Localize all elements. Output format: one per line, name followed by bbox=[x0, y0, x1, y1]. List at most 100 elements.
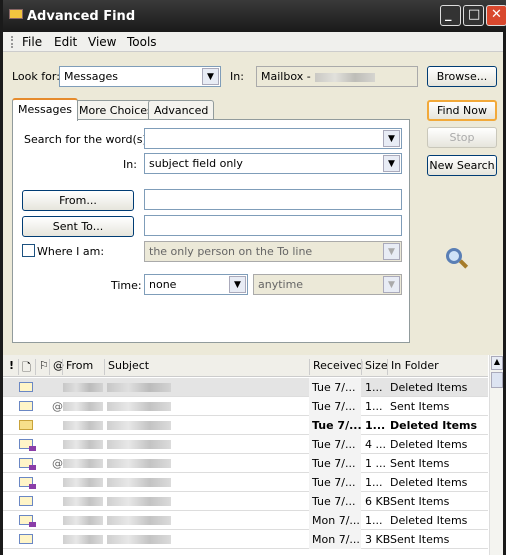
vertical-scrollbar[interactable]: ▲ bbox=[489, 355, 503, 555]
time-label: Time: bbox=[111, 279, 142, 292]
close-button[interactable]: ✕ bbox=[486, 5, 506, 26]
table-row[interactable]: Tue 7/... 4 ... Deleted Items bbox=[3, 435, 488, 454]
find-now-button[interactable]: Find Now bbox=[427, 100, 497, 121]
icon-column-header[interactable]: 🗋 bbox=[18, 359, 34, 375]
sent-to-input[interactable] bbox=[144, 215, 402, 236]
where-i-am-label: Where I am: bbox=[37, 245, 105, 258]
size-column-header[interactable]: Size bbox=[361, 359, 388, 375]
scroll-up-button[interactable]: ▲ bbox=[491, 356, 503, 370]
in-value: Mailbox - bbox=[261, 70, 311, 83]
tab-more-choices[interactable]: More Choices bbox=[73, 100, 159, 120]
advanced-find-window: Advanced Find _ □ ✕ File Edit View Tools… bbox=[0, 0, 506, 555]
attachment-column-header[interactable]: @ bbox=[49, 359, 64, 375]
in-field: Mailbox - bbox=[256, 66, 418, 87]
minimize-button[interactable]: _ bbox=[440, 5, 461, 26]
time-range-value: anytime bbox=[258, 278, 304, 291]
scroll-thumb[interactable] bbox=[491, 372, 503, 388]
table-row[interactable]: Tue 7/... 1... Deleted Items bbox=[3, 378, 488, 397]
table-row[interactable]: @ Tue 7/... 1... Sent Items bbox=[3, 397, 488, 416]
received-cell: Tue 7/... bbox=[312, 381, 356, 394]
look-for-label: Look for: bbox=[12, 70, 60, 83]
where-i-am-select[interactable]: the only person on the To line ▼ bbox=[144, 241, 402, 262]
where-i-am-checkbox[interactable] bbox=[22, 244, 35, 257]
look-for-value: Messages bbox=[64, 70, 118, 83]
received-cell: Tue 7/... bbox=[312, 419, 362, 432]
menu-file[interactable]: File bbox=[22, 35, 42, 49]
subject-redacted bbox=[107, 402, 171, 411]
from-button[interactable]: From... bbox=[22, 190, 134, 211]
stop-button[interactable]: Stop bbox=[427, 127, 497, 148]
subject-redacted bbox=[107, 440, 171, 449]
folder-cell: Sent Items bbox=[390, 533, 450, 546]
table-row[interactable]: @ Tue 7/... 1 ... Sent Items bbox=[3, 454, 488, 473]
browse-button[interactable]: Browse... bbox=[427, 66, 497, 87]
toolbar-grip[interactable] bbox=[11, 36, 13, 48]
subject-redacted bbox=[107, 535, 171, 544]
received-cell: Mon 7/... bbox=[312, 533, 360, 546]
flag-column-header[interactable]: ⚐ bbox=[35, 359, 49, 375]
time-value: none bbox=[149, 278, 177, 291]
list-header: ! 🗋 ⚐ @ From Subject Received Size In Fo… bbox=[3, 355, 488, 377]
reply-arrow-icon bbox=[29, 465, 36, 470]
from-redacted bbox=[63, 459, 103, 468]
chevron-down-icon[interactable]: ▼ bbox=[383, 276, 400, 293]
chevron-down-icon[interactable]: ▼ bbox=[383, 243, 400, 260]
table-row[interactable]: Tue 7/... 1... Deleted Items bbox=[3, 473, 488, 492]
from-column-header[interactable]: From bbox=[62, 359, 93, 375]
tab-advanced[interactable]: Advanced bbox=[148, 100, 215, 120]
new-search-button[interactable]: New Search bbox=[427, 155, 497, 176]
results-list: ! 🗋 ⚐ @ From Subject Received Size In Fo… bbox=[3, 355, 503, 555]
title-bar: Advanced Find _ □ ✕ bbox=[3, 0, 506, 32]
table-row[interactable]: Mon 7/... 3 KB Sent Items bbox=[3, 530, 488, 549]
menu-bar: File Edit View Tools bbox=[3, 32, 503, 52]
search-in-select[interactable]: subject field only ▼ bbox=[144, 153, 402, 174]
chevron-down-icon[interactable]: ▼ bbox=[383, 130, 400, 147]
from-redacted bbox=[63, 440, 103, 449]
size-cell: 4 ... bbox=[365, 438, 386, 451]
magnifier-handle-icon bbox=[458, 259, 469, 269]
size-cell: 1... bbox=[365, 419, 386, 432]
table-row[interactable]: Tue 7/... 6 KB Sent Items bbox=[3, 492, 488, 511]
tab-messages[interactable]: Messages bbox=[12, 98, 78, 121]
chevron-down-icon[interactable]: ▼ bbox=[383, 155, 400, 172]
search-words-input[interactable]: ▼ bbox=[144, 128, 402, 149]
sent-to-button[interactable]: Sent To... bbox=[22, 216, 134, 237]
time-select[interactable]: none ▼ bbox=[144, 274, 248, 295]
received-cell: Tue 7/... bbox=[312, 400, 356, 413]
subject-column-header[interactable]: Subject bbox=[104, 359, 149, 375]
table-row[interactable]: Tue 7/... 1... Deleted Items bbox=[3, 416, 488, 435]
folder-cell: Sent Items bbox=[390, 495, 450, 508]
size-cell: 3 KB bbox=[365, 533, 391, 546]
importance-column-header[interactable]: ! bbox=[6, 359, 14, 375]
received-cell: Tue 7/... bbox=[312, 438, 356, 451]
chevron-down-icon[interactable]: ▼ bbox=[229, 276, 246, 293]
table-row[interactable]: Mon 7/... 1... Deleted Items bbox=[3, 511, 488, 530]
envelope-icon bbox=[19, 382, 33, 392]
from-redacted bbox=[63, 535, 103, 544]
look-for-select[interactable]: Messages ▼ bbox=[59, 66, 221, 87]
redacted-text bbox=[315, 73, 375, 82]
menu-tools[interactable]: Tools bbox=[127, 35, 157, 49]
received-column-header[interactable]: Received bbox=[309, 359, 363, 375]
in-label: In: bbox=[230, 70, 244, 83]
app-icon bbox=[9, 9, 23, 19]
subject-redacted bbox=[107, 421, 171, 430]
folder-column-header[interactable]: In Folder bbox=[387, 359, 439, 375]
chevron-down-icon[interactable]: ▼ bbox=[202, 68, 219, 85]
paperclip-icon: @ bbox=[52, 400, 63, 413]
reply-arrow-icon bbox=[29, 446, 36, 451]
size-cell: 1... bbox=[365, 400, 383, 413]
subject-redacted bbox=[107, 497, 171, 506]
subject-redacted bbox=[107, 478, 171, 487]
size-cell: 1... bbox=[365, 381, 383, 394]
menu-view[interactable]: View bbox=[88, 35, 116, 49]
menu-edit[interactable]: Edit bbox=[54, 35, 77, 49]
size-cell: 1... bbox=[365, 514, 383, 527]
folder-cell: Deleted Items bbox=[390, 476, 468, 489]
maximize-button[interactable]: □ bbox=[463, 5, 484, 26]
folder-cell: Deleted Items bbox=[390, 381, 468, 394]
from-input[interactable] bbox=[144, 189, 402, 210]
time-range-select[interactable]: anytime ▼ bbox=[253, 274, 402, 295]
paperclip-icon: @ bbox=[52, 457, 63, 470]
folder-cell: Deleted Items bbox=[390, 438, 468, 451]
